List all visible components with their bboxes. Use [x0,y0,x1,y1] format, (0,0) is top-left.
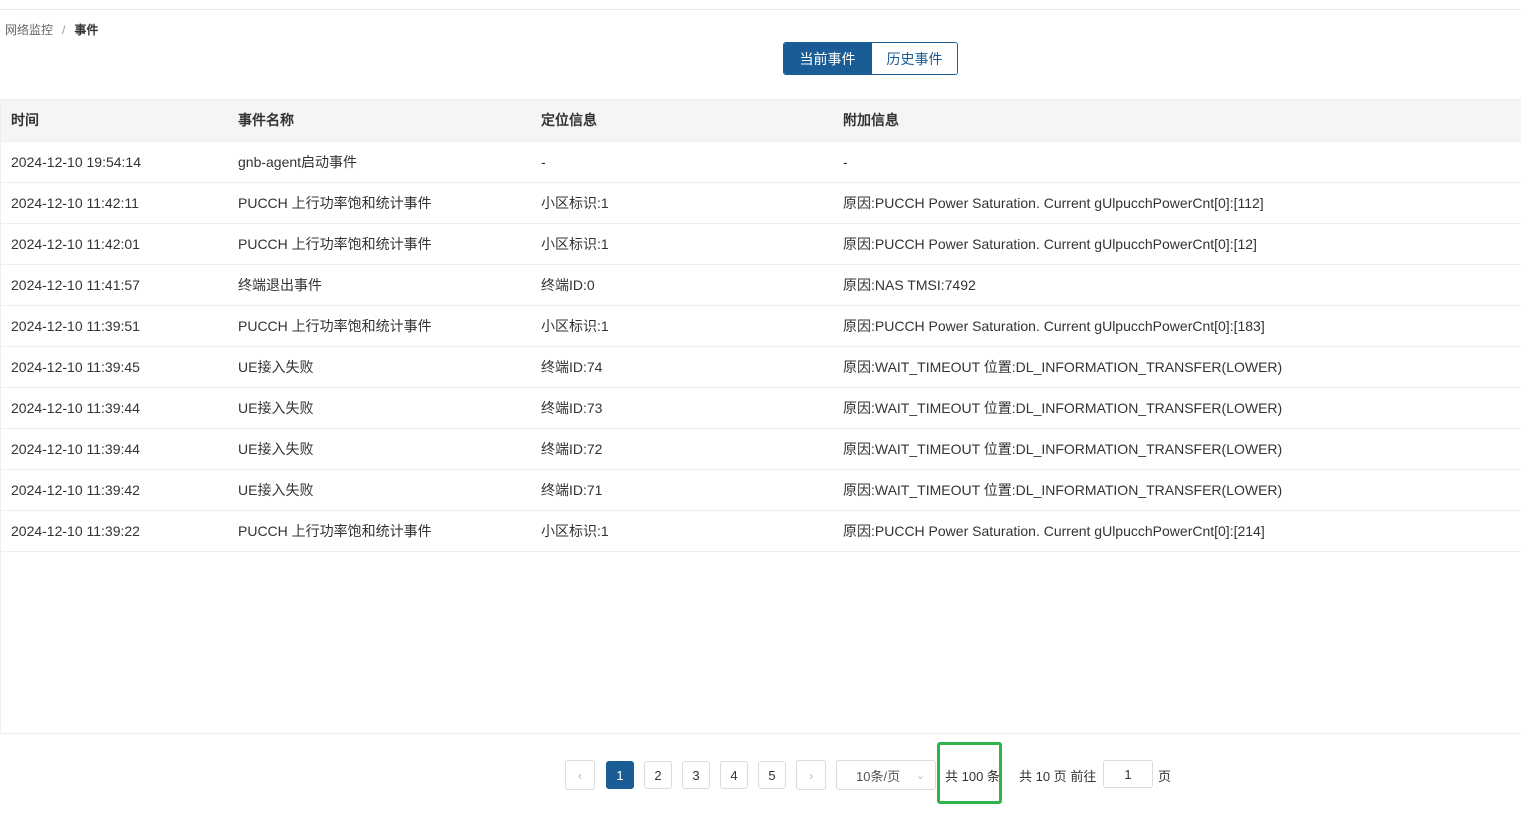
cell-extra-info: 原因:WAIT_TIMEOUT 位置:DL_INFORMATION_TRANSF… [833,428,1521,470]
cell-event-name: PUCCH 上行功率饱和统计事件 [228,182,531,224]
cell-location: 小区标识:1 [531,182,833,224]
events-table: 时间 事件名称 定位信息 附加信息 2024-12-10 19:54:14 gnb… [1,100,1521,552]
cell-extra-info: 原因:NAS TMSI:7492 [833,264,1521,306]
table-row[interactable]: 2024-12-10 11:39:44 UE接入失败 终端ID:73 原因:WAIT_… [1,387,1521,429]
cell-extra-info: 原因:PUCCH Power Saturation. Current gUlpu… [833,305,1521,347]
column-header-event-name: 事件名称 [228,100,531,142]
table-row[interactable]: 2024-12-10 11:39:42 UE接入失败 终端ID:71 原因:WAIT_… [1,469,1521,511]
tab-history-events[interactable]: 历史事件 [871,43,957,74]
table-body: 2024-12-10 19:54:14 gnb-agent启动事件 - -2024-1… [1,141,1521,552]
cell-extra-info: 原因:PUCCH Power Saturation. Current gUlpu… [833,223,1521,265]
events-table-container: 时间 事件名称 定位信息 附加信息 2024-12-10 19:54:14 gnb… [0,99,1521,734]
cell-location: 终端ID:71 [531,469,833,511]
page-button-1[interactable]: 1 [606,761,634,789]
goto-label: 前往 [1070,769,1097,784]
chevron-left-icon: ‹ [577,767,583,783]
table-row[interactable]: 2024-12-10 11:42:01 PUCCH 上行功率饱和统计事件 小区标识:… [1,223,1521,265]
cell-time: 2024-12-10 11:42:01 [1,223,228,265]
column-header-extra-info: 附加信息 [833,100,1521,142]
page-size-value: 10条/页 [856,768,901,784]
cell-event-name: PUCCH 上行功率饱和统计事件 [228,223,531,265]
cell-location: 小区标识:1 [531,510,833,552]
tab-current-events[interactable]: 当前事件 [784,43,871,74]
page-button-2[interactable]: 2 [644,761,672,789]
table-header-row: 时间 事件名称 定位信息 附加信息 [1,100,1521,142]
prev-page-button[interactable]: ‹ [565,760,595,790]
table-row[interactable]: 2024-12-10 11:39:45 UE接入失败 终端ID:74 原因:WAIT_… [1,346,1521,388]
cell-event-name: UE接入失败 [228,428,531,470]
cell-extra-info: - [833,141,1521,183]
table-row[interactable]: 2024-12-10 11:42:11 PUCCH 上行功率饱和统计事件 小区标识:… [1,182,1521,224]
cell-event-name: UE接入失败 [228,387,531,429]
column-header-time: 时间 [1,100,228,142]
cell-location: 终端ID:0 [531,264,833,306]
cell-extra-info: 原因:WAIT_TIMEOUT 位置:DL_INFORMATION_TRANSF… [833,346,1521,388]
cell-location: 终端ID:74 [531,346,833,388]
cell-time: 2024-12-10 11:39:44 [1,428,228,470]
cell-time: 2024-12-10 11:39:22 [1,510,228,552]
cell-location: 终端ID:72 [531,428,833,470]
chevron-right-icon: › [808,767,814,783]
next-page-button[interactable]: › [796,760,826,790]
total-count: 共 100 条 [945,769,1000,784]
page-count: 共 10 页 [1019,769,1067,784]
breadcrumb-parent[interactable]: 网络监控 [5,21,53,38]
cell-time: 2024-12-10 11:39:44 [1,387,228,429]
cell-extra-info: 原因:WAIT_TIMEOUT 位置:DL_INFORMATION_TRANSF… [833,469,1521,511]
column-header-location: 定位信息 [531,100,833,142]
page-size-select[interactable]: 10条/页 ⌄ [836,760,936,790]
cell-time: 2024-12-10 11:42:11 [1,182,228,224]
page-button-5[interactable]: 5 [758,761,786,789]
cell-extra-info: 原因:WAIT_TIMEOUT 位置:DL_INFORMATION_TRANSF… [833,387,1521,429]
page-count-goto-label: 共 10 页 前往 [1019,766,1096,785]
cell-location: 小区标识:1 [531,223,833,265]
cell-time: 2024-12-10 11:39:42 [1,469,228,511]
cell-event-name: PUCCH 上行功率饱和统计事件 [228,305,531,347]
page-button-4[interactable]: 4 [720,761,748,789]
cell-location: - [531,141,833,183]
cell-location: 终端ID:73 [531,387,833,429]
cell-event-name: PUCCH 上行功率饱和统计事件 [228,510,531,552]
cell-time: 2024-12-10 11:39:51 [1,305,228,347]
cell-extra-info: 原因:PUCCH Power Saturation. Current gUlpu… [833,182,1521,224]
cell-event-name: UE接入失败 [228,469,531,511]
table-row[interactable]: 2024-12-10 19:54:14 gnb-agent启动事件 - - [1,141,1521,183]
table-row[interactable]: 2024-12-10 11:39:51 PUCCH 上行功率饱和统计事件 小区标识:… [1,305,1521,347]
table-row[interactable]: 2024-12-10 11:41:57 终端退出事件 终端ID:0 原因:NAS TM… [1,264,1521,306]
cell-time: 2024-12-10 11:41:57 [1,264,228,306]
pagination: ‹ 1 2 3 4 5 › 10条/页 ⌄ [565,760,936,790]
cell-location: 小区标识:1 [531,305,833,347]
goto-page-input[interactable] [1103,760,1153,788]
cell-event-name: 终端退出事件 [228,264,531,306]
cell-event-name: UE接入失败 [228,346,531,388]
cell-event-name: gnb-agent启动事件 [228,141,531,183]
top-bar [0,0,1521,10]
table-row[interactable]: 2024-12-10 11:39:22 PUCCH 上行功率饱和统计事件 小区标识:… [1,510,1521,552]
page-button-3[interactable]: 3 [682,761,710,789]
table-row[interactable]: 2024-12-10 11:39:44 UE接入失败 终端ID:72 原因:WAIT_… [1,428,1521,470]
chevron-down-icon: ⌄ [915,769,925,782]
cell-extra-info: 原因:PUCCH Power Saturation. Current gUlpu… [833,510,1521,552]
cell-time: 2024-12-10 11:39:45 [1,346,228,388]
cell-time: 2024-12-10 19:54:14 [1,141,228,183]
breadcrumb-current: 事件 [74,23,99,37]
event-tabs: 当前事件 历史事件 [783,42,958,75]
page-suffix: 页 [1158,769,1172,784]
breadcrumb: 网络监控 / 事件 [5,21,98,38]
breadcrumb-separator: / [62,22,66,37]
